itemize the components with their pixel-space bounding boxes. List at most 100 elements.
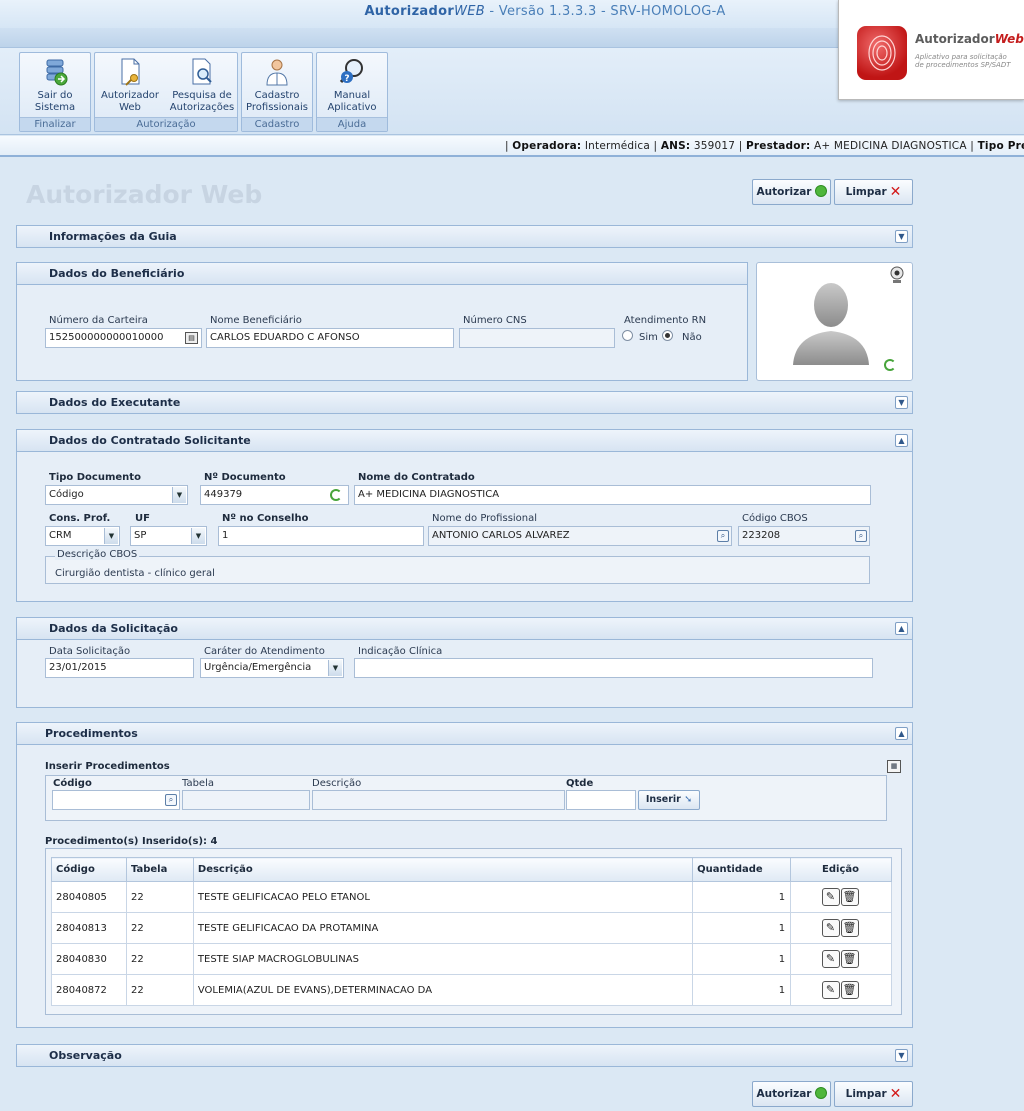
- cell-tabela: 22: [125, 912, 194, 944]
- rn-sim-radio[interactable]: [622, 330, 633, 341]
- column-header-quantidade[interactable]: Quantidade: [692, 857, 792, 882]
- num-conselho-label: Nº no Conselho: [222, 513, 309, 524]
- profissional-input[interactable]: ANTONIO CARLOS ALVAREZ ⌕: [428, 526, 732, 546]
- column-header-descricao[interactable]: Descrição: [192, 857, 694, 882]
- limpar-button-bottom[interactable]: Limpar ✕: [834, 1081, 913, 1107]
- section-informacoes-guia[interactable]: Informações da Guia ▼: [16, 225, 913, 248]
- ans-label: ANS:: [660, 140, 691, 152]
- dropdown-arrow-icon[interactable]: ▼: [328, 660, 342, 676]
- insert-arrow-icon: ➘: [684, 794, 693, 805]
- document-key-icon: [121, 58, 140, 86]
- inserir-button[interactable]: Inserir ➘: [638, 790, 700, 810]
- autorizar-button-top[interactable]: Autorizar: [752, 179, 831, 205]
- section-procedimentos[interactable]: Procedimentos ▲: [16, 722, 913, 745]
- inseridos-label: Procedimento(s) Inserido(s):: [45, 836, 208, 847]
- table-row[interactable]: 28040830 22 TESTE SIAP MACROGLOBULINAS 1 ✎ 🗑: [51, 943, 892, 975]
- cns-input[interactable]: [459, 328, 615, 348]
- cadastro-profissionais-button[interactable]: Cadastro Profissionais: [244, 57, 310, 115]
- table-row[interactable]: 28040872 22 VOLEMIA(AZUL DE EVANS),DETERMI…: [51, 974, 892, 1006]
- ribbon-caption-cadastro: Cadastro: [242, 117, 312, 131]
- cell-quantidade: 1: [692, 943, 792, 975]
- cbos-input[interactable]: 223208 ⌕: [738, 526, 870, 546]
- indicacao-input[interactable]: [354, 658, 873, 678]
- table-row[interactable]: 28040805 22 TESTE GELIFICACAO PELO ETANOL 1…: [51, 881, 892, 913]
- edit-icon[interactable]: ✎: [821, 950, 840, 968]
- rn-sim-label: Sim: [639, 332, 658, 343]
- section-dados-solicitacao[interactable]: Dados da Solicitação ▲: [16, 617, 913, 640]
- cell-tabela: 22: [125, 881, 194, 913]
- trash-icon[interactable]: 🗑: [840, 981, 859, 999]
- num-documento-input[interactable]: 449379: [200, 485, 349, 505]
- tipo-documento-select[interactable]: Código ▼: [45, 485, 188, 505]
- pesquisa-autorizacoes-button[interactable]: Pesquisa de Autorizações: [167, 57, 237, 115]
- profissional-label: Nome do Profissional: [432, 513, 538, 524]
- trash-icon[interactable]: 🗑: [840, 919, 859, 937]
- data-solicitacao-input[interactable]: 23/01/2015: [45, 658, 194, 678]
- trash-icon[interactable]: 🗑: [840, 950, 859, 968]
- nome-beneficiario-input[interactable]: CARLOS EDUARDO C AFONSO: [206, 328, 454, 348]
- search-icon[interactable]: ⌕: [855, 530, 867, 542]
- autorizador-web-button[interactable]: Autorizador Web: [97, 57, 163, 115]
- carteira-input[interactable]: 152500000000010000 ▤: [45, 328, 202, 348]
- autorizar-button-bottom[interactable]: Autorizar: [752, 1081, 831, 1107]
- proc-tabela-input[interactable]: [182, 790, 310, 810]
- cell-codigo: 28040872: [51, 974, 127, 1006]
- chevron-down-icon[interactable]: ▼: [895, 1049, 908, 1062]
- cell-edicao: ✎ 🗑: [790, 943, 892, 975]
- chevron-up-icon[interactable]: ▲: [895, 727, 908, 740]
- section-dados-contratado[interactable]: Dados do Contratado Solicitante ▲: [16, 429, 913, 452]
- manual-aplicativo-button[interactable]: ? Manual Aplicativo: [319, 57, 385, 115]
- calculator-icon[interactable]: ▦: [887, 760, 901, 773]
- chevron-up-icon[interactable]: ▲: [895, 434, 908, 447]
- webcam-icon[interactable]: [890, 266, 904, 284]
- nome-beneficiario-label: Nome Beneficiário: [210, 315, 302, 326]
- exit-system-label: Sair do Sistema: [34, 90, 76, 113]
- close-x-icon: ✕: [889, 1086, 902, 1102]
- nome-contratado-label: Nome do Contratado: [358, 472, 475, 483]
- chevron-down-icon[interactable]: ▼: [895, 396, 908, 409]
- cons-prof-select[interactable]: CRM ▼: [45, 526, 120, 546]
- nome-contratado-input[interactable]: A+ MEDICINA DIAGNOSTICA: [354, 485, 871, 505]
- search-icon[interactable]: ⌕: [165, 794, 177, 806]
- column-header-tabela[interactable]: Tabela: [125, 857, 194, 882]
- column-header-codigo[interactable]: Código: [51, 857, 127, 882]
- section-observacao[interactable]: Observação ▼: [16, 1044, 913, 1067]
- cbos-label: Código CBOS: [742, 513, 808, 524]
- carater-select[interactable]: Urgência/Emergência ▼: [200, 658, 344, 678]
- uf-select[interactable]: SP ▼: [130, 526, 207, 546]
- chevron-up-icon[interactable]: ▲: [895, 622, 908, 635]
- cell-codigo: 28040813: [51, 912, 127, 944]
- refresh-icon[interactable]: [330, 489, 342, 501]
- edit-icon[interactable]: ✎: [821, 981, 840, 999]
- ribbon-caption-ajuda: Ajuda: [317, 117, 387, 131]
- section-title-executante: Dados do Executante: [49, 396, 181, 409]
- search-icon[interactable]: ⌕: [717, 530, 729, 542]
- close-x-icon: ✕: [889, 184, 902, 200]
- edit-icon[interactable]: ✎: [821, 888, 840, 906]
- dropdown-arrow-icon[interactable]: ▼: [191, 528, 205, 544]
- app-version: - Versão 1.3.3.3 - SRV-HOMOLOG-A: [484, 4, 726, 19]
- check-circle-icon: [814, 185, 827, 197]
- proc-qtde-input[interactable]: [566, 790, 636, 810]
- limpar-label-bottom: Limpar: [845, 1088, 887, 1100]
- card-reader-icon[interactable]: ▤: [185, 332, 198, 344]
- refresh-photo-icon[interactable]: [884, 359, 896, 371]
- edit-icon[interactable]: ✎: [821, 919, 840, 937]
- section-dados-executante[interactable]: Dados do Executante ▼: [16, 391, 913, 414]
- dropdown-arrow-icon[interactable]: ▼: [104, 528, 118, 544]
- exit-system-button[interactable]: Sair do Sistema: [22, 57, 88, 115]
- limpar-button-top[interactable]: Limpar ✕: [834, 179, 913, 205]
- chevron-down-icon[interactable]: ▼: [895, 230, 908, 243]
- proc-descricao-label: Descrição: [312, 778, 362, 789]
- cell-descricao: TESTE GELIFICACAO PELO ETANOL: [192, 881, 694, 913]
- proc-codigo-input[interactable]: ⌕: [52, 790, 180, 810]
- cons-prof-label: Cons. Prof.: [49, 513, 111, 524]
- autorizar-label-top: Autorizar: [756, 186, 812, 198]
- rn-nao-radio[interactable]: [662, 330, 673, 341]
- dropdown-arrow-icon[interactable]: ▼: [172, 487, 186, 503]
- table-row[interactable]: 28040813 22 TESTE GELIFICACAO DA PROTAMINA…: [51, 912, 892, 944]
- trash-icon[interactable]: 🗑: [840, 888, 859, 906]
- num-conselho-input[interactable]: 1: [218, 526, 424, 546]
- prestador-value: A+ MEDICINA DIAGNOSTICA: [814, 140, 967, 152]
- proc-descricao-input[interactable]: [312, 790, 565, 810]
